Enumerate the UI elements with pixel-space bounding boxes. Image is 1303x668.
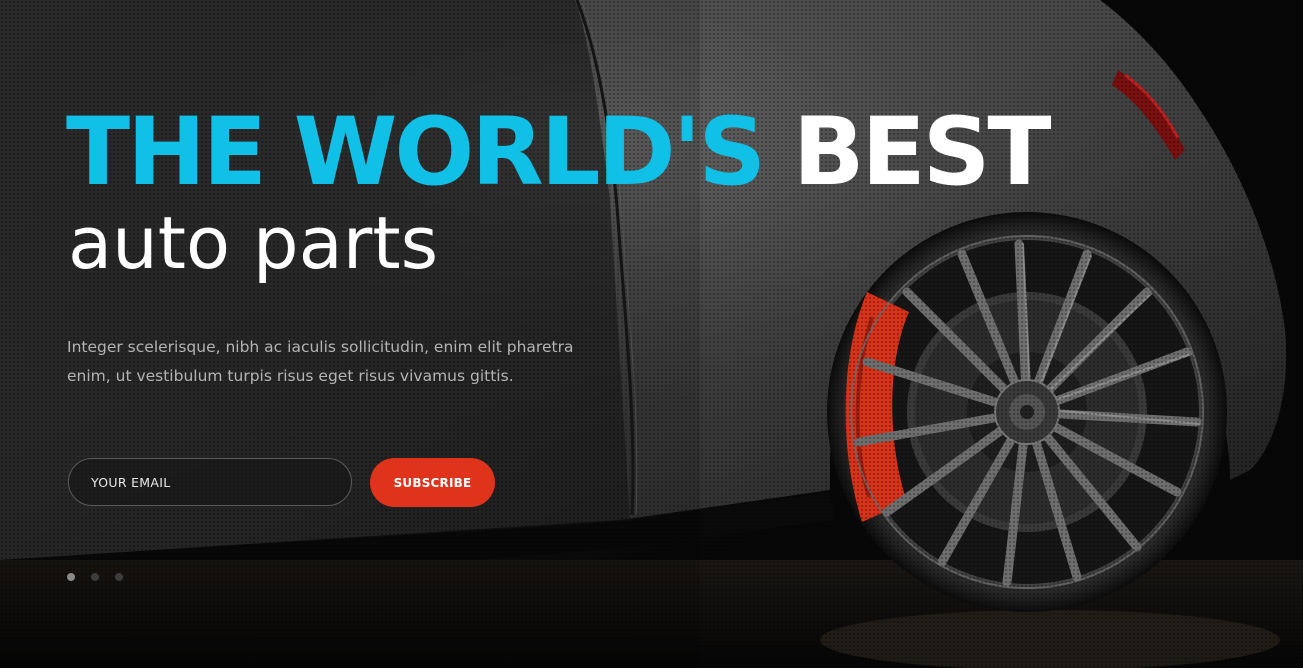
headline-strong-text: BEST (792, 98, 1052, 207)
hero-subheadline: auto parts (68, 201, 439, 285)
email-input[interactable] (68, 458, 352, 506)
slider-dot-2[interactable] (91, 573, 99, 581)
slider-dot-1[interactable] (67, 573, 75, 581)
subscribe-button[interactable]: SUBSCRIBE (370, 458, 495, 507)
headline-accent-text: THE WORLD'S (66, 98, 766, 207)
slider-dot-3[interactable] (115, 573, 123, 581)
hero-slider: THE WORLD'S BEST auto parts Integer scel… (0, 0, 1303, 668)
hero-headline: THE WORLD'S BEST (66, 98, 1052, 207)
slider-pagination (67, 573, 123, 581)
hero-description: Integer scelerisque, nibh ac iaculis sol… (67, 338, 574, 385)
